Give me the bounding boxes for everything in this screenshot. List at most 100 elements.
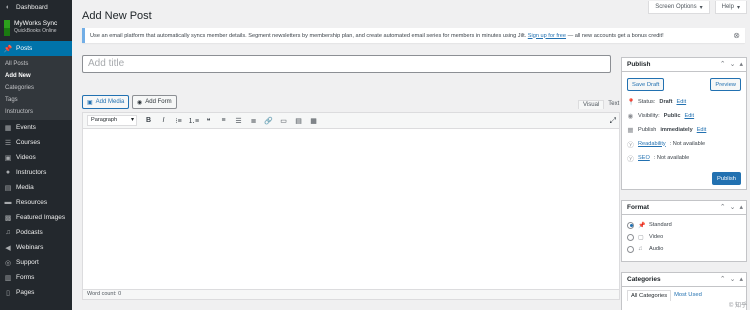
sidebar-item-resources[interactable]: ▬ Resources [0, 195, 72, 210]
sidebar-item-videos[interactable]: ▣ Videos [0, 150, 72, 165]
tab-visual[interactable]: Visual [578, 100, 605, 109]
readability-link[interactable]: Readability [638, 141, 666, 147]
sidebar-item-posts[interactable]: 📌 Posts [0, 41, 72, 56]
notice-signup-link[interactable]: Sign up for free [528, 33, 566, 39]
sidebar-item-podcasts[interactable]: ♫ Podcasts [0, 225, 72, 240]
save-draft-button[interactable]: Save Draft [627, 78, 665, 91]
content-editor[interactable]: Paragraph B I ⁝≡ ⒈≡ ❝ ≡ ☰ ≣ 🔗 ▭ ▤ ▦ ⤢ Wo… [82, 112, 620, 300]
radio-video[interactable] [627, 233, 634, 241]
dashboard-icon: ◐ [5, 4, 11, 11]
yoast-icon: ⓨ [627, 141, 634, 149]
jilt-notice: Use an email platform that automatically… [82, 28, 745, 43]
notice-text: Use an email platform that automatically… [90, 32, 527, 39]
visibility-edit-link[interactable]: Edit [684, 113, 694, 119]
chevron-up-icon[interactable]: ⌃ [720, 60, 726, 68]
screen-options-button[interactable]: Screen Options ▾ [648, 1, 710, 14]
calendar-icon: ▦ [4, 124, 12, 132]
calendar-icon: ▦ [627, 126, 634, 134]
post-title-input[interactable]: Add title [82, 55, 611, 73]
image-icon: ▩ [4, 214, 12, 222]
add-form-button[interactable]: ◉ Add Form [132, 95, 177, 109]
align-right-icon[interactable]: ≣ [246, 115, 261, 127]
chevron-up-icon[interactable]: ⌃ [720, 203, 726, 211]
top-buttons: Screen Options ▾ Help ▾ [648, 1, 747, 14]
link-icon[interactable]: 🔗 [261, 115, 276, 127]
radio-audio[interactable] [627, 245, 634, 253]
sidebar-item-instructors[interactable]: ● Instructors [0, 165, 72, 180]
support-icon: ◎ [4, 259, 12, 267]
publish-box-title: Publish [627, 61, 651, 68]
table-icon[interactable]: ▦ [306, 115, 321, 127]
collapse-icon[interactable]: ▴ [739, 203, 743, 211]
sidebar-item-events[interactable]: ▦ Events [0, 120, 72, 135]
add-media-button[interactable]: ▣ Add Media [82, 95, 130, 109]
sidebar-item-pages[interactable]: ▯ Pages [0, 285, 72, 300]
tab-all-categories[interactable]: All Categories [627, 290, 672, 301]
submenu-categories[interactable]: Categories [0, 82, 72, 94]
chevron-down-icon[interactable]: ⌄ [730, 60, 736, 68]
tab-most-used[interactable]: Most Used [671, 290, 705, 301]
publish-edit-link[interactable]: Edit [697, 127, 707, 133]
sidebar-item-myworks[interactable]: MyWorks Sync QuickBooks Online [0, 15, 72, 41]
yoast-icon: ⓨ [627, 155, 634, 163]
preview-button[interactable]: Preview [710, 78, 741, 91]
collapse-icon[interactable]: ▴ [739, 275, 743, 283]
sidebar-item-media[interactable]: ▤ Media [0, 180, 72, 195]
sidebar-item-featured-images[interactable]: ▩ Featured Images [0, 210, 72, 225]
pin-icon: 📍 [627, 98, 636, 106]
status-edit-link[interactable]: Edit [676, 99, 686, 105]
folder-icon: ▬ [4, 199, 12, 206]
chevron-up-icon[interactable]: ⌃ [720, 275, 726, 283]
numbered-list-icon[interactable]: ⒈≡ [186, 115, 201, 127]
sidebar-item-webinars[interactable]: ◀ Webinars [0, 240, 72, 255]
help-button[interactable]: Help ▾ [714, 1, 747, 14]
submenu-instructors[interactable]: Instructors [0, 106, 72, 118]
publish-box: Publish ⌃ ⌄ ▴ Save Draft Preview 📍 Status: D… [621, 57, 747, 190]
audio-icon: ♫ [638, 246, 643, 252]
status-value: Draft [659, 98, 673, 105]
radio-standard[interactable] [627, 221, 634, 229]
list-icon: ☰ [4, 139, 12, 147]
bullet-list-icon[interactable]: ⁝≡ [171, 115, 186, 127]
chevron-down-icon: ▾ [736, 4, 740, 11]
format-option-video[interactable]: ▢ Video [622, 231, 746, 243]
sidebar-item-courses[interactable]: ☰ Courses [0, 135, 72, 150]
collapse-icon[interactable]: ▴ [739, 60, 743, 68]
categories-box-title: Categories [627, 276, 661, 283]
chevron-down-icon[interactable]: ⌄ [730, 203, 736, 211]
format-box: Format ⌃ ⌄ ▴ 📌 Standard ▢ Video ♫ Audio [621, 200, 747, 262]
page-title: Add New Post [82, 10, 152, 22]
sidebar-item-dashboard[interactable]: ◐ Dashboard [0, 0, 72, 15]
format-select[interactable]: Paragraph [87, 115, 137, 126]
align-center-icon[interactable]: ☰ [231, 115, 246, 127]
submenu-all-posts[interactable]: All Posts [0, 58, 72, 70]
submenu-add-new[interactable]: Add New [0, 70, 72, 82]
publish-button[interactable]: Publish [711, 172, 741, 185]
video-icon: ▣ [4, 154, 12, 162]
blockquote-icon[interactable]: ❝ [201, 115, 216, 127]
readability-row: ⓨ Readability: Not available [627, 140, 706, 149]
sidebar-item-support[interactable]: ◎ Support [0, 255, 72, 270]
visibility-row: ◉ Visibility: Public Edit [627, 112, 695, 120]
word-count: Word count: 0 [83, 289, 619, 299]
dismiss-icon[interactable]: ⊗ [733, 31, 740, 40]
fullscreen-icon[interactable]: ⤢ [610, 116, 616, 126]
chevron-down-icon[interactable]: ⌄ [730, 275, 736, 283]
format-option-standard[interactable]: 📌 Standard [622, 219, 746, 231]
seo-row: ⓨ SEO: Not available [627, 154, 690, 163]
eye-icon: ◉ [627, 112, 634, 120]
submenu-tags[interactable]: Tags [0, 94, 72, 106]
publish-time-row: ▦ Publish immediately Edit [627, 126, 707, 134]
italic-icon[interactable]: I [156, 115, 171, 127]
chevron-down-icon: ▾ [699, 4, 703, 11]
seo-link[interactable]: SEO [638, 155, 650, 161]
align-left-icon[interactable]: ≡ [216, 115, 231, 127]
more-tag-icon[interactable]: ▭ [276, 115, 291, 127]
person-icon: ● [5, 169, 11, 176]
sidebar-item-forms[interactable]: ▥ Forms [0, 270, 72, 285]
toolbar-toggle-icon[interactable]: ▤ [291, 115, 306, 127]
visibility-value: Public [663, 112, 681, 119]
pin-icon: 📌 [638, 222, 646, 229]
bold-icon[interactable]: B [141, 115, 156, 127]
format-option-audio[interactable]: ♫ Audio [622, 243, 746, 255]
